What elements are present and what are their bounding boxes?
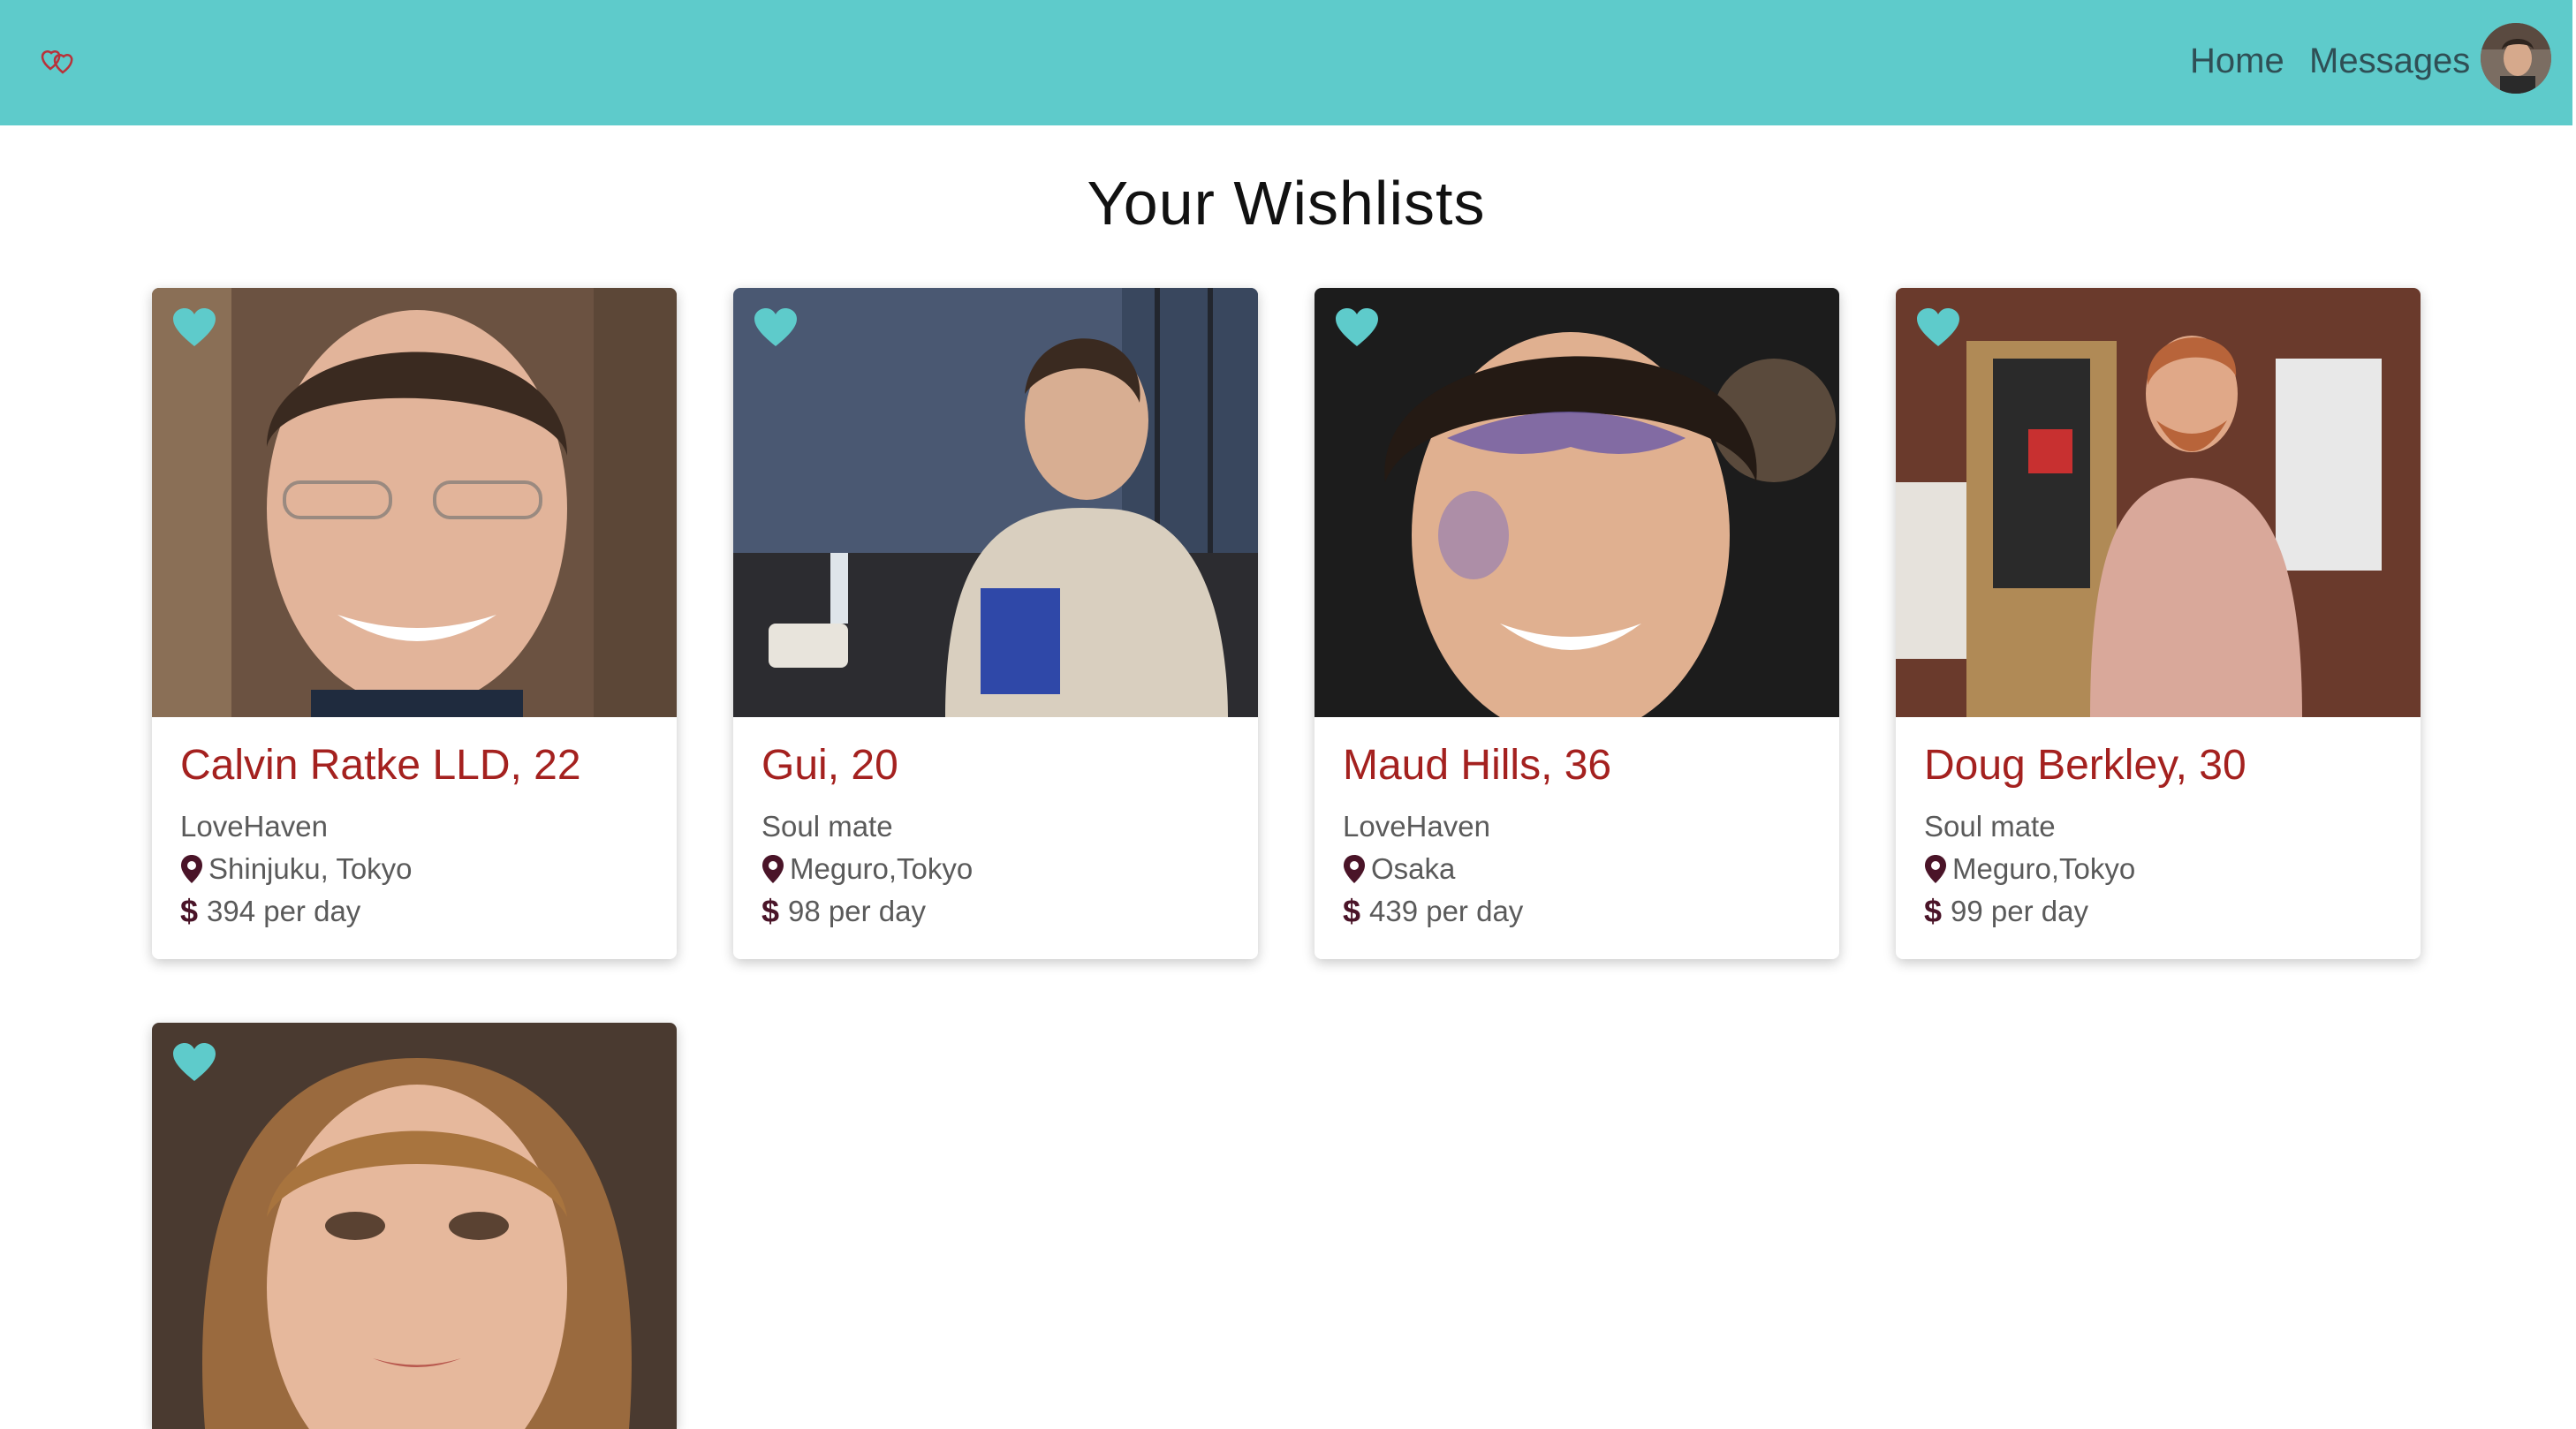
- profile-photo-image: [152, 1023, 677, 1429]
- user-avatar[interactable]: [2481, 23, 2551, 94]
- profile-photo: [733, 288, 1258, 717]
- card-tag: LoveHaven: [1343, 810, 1490, 843]
- dollar-icon: $: [1343, 893, 1361, 929]
- wishlist-heart-icon[interactable]: [753, 307, 799, 348]
- wishlist-card[interactable]: [152, 1023, 677, 1429]
- dollar-icon: $: [1924, 893, 1943, 929]
- card-price: $ 99 per day: [1924, 890, 2392, 933]
- profile-photo: [1315, 288, 1839, 717]
- wishlist-heart-icon[interactable]: [171, 307, 217, 348]
- card-location: Shinjuku, Tokyo: [180, 848, 648, 890]
- profile-photo-image: [733, 288, 1258, 717]
- card-tag: Soul mate: [1924, 810, 2056, 843]
- card-name: Calvin Ratke LLD, 22: [180, 742, 581, 789]
- wishlist-heart-icon[interactable]: [171, 1042, 217, 1083]
- wishlist-heart-icon[interactable]: [1334, 307, 1380, 348]
- card-tag: Soul mate: [761, 810, 893, 843]
- card-location: Osaka: [1343, 848, 1811, 890]
- card-location: Meguro,Tokyo: [1924, 848, 2392, 890]
- avatar-image: [2481, 23, 2551, 94]
- card-price: $ 394 per day: [180, 890, 648, 933]
- card-body: Maud Hills, 36 LoveHaven Osaka $ 439 per…: [1315, 717, 1839, 959]
- dollar-icon: $: [761, 893, 780, 929]
- top-navbar: Home Messages: [0, 0, 2572, 125]
- profile-photo: [1896, 288, 2421, 717]
- profile-photo: [152, 1023, 677, 1429]
- card-name: Maud Hills, 36: [1343, 742, 1612, 789]
- dollar-icon: $: [180, 893, 199, 929]
- card-name: Gui, 20: [761, 742, 898, 789]
- card-price: $ 98 per day: [761, 890, 1230, 933]
- card-price: $ 439 per day: [1343, 890, 1811, 933]
- page-title: Your Wishlists: [1087, 169, 1486, 238]
- map-pin-icon: [1344, 855, 1365, 883]
- card-body: Gui, 20 Soul mate Meguro,Tokyo $ 98 per …: [733, 717, 1258, 959]
- map-pin-icon: [181, 855, 202, 883]
- card-tag: LoveHaven: [180, 810, 328, 843]
- wishlist-card[interactable]: Calvin Ratke LLD, 22 LoveHaven Shinjuku,…: [152, 288, 677, 959]
- profile-photo-image: [1315, 288, 1839, 717]
- map-pin-icon: [1925, 855, 1946, 883]
- profile-photo-image: [1896, 288, 2421, 717]
- card-name: Doug Berkley, 30: [1924, 742, 2246, 789]
- heart-pair-logo-icon[interactable]: [37, 42, 76, 78]
- wishlist-card[interactable]: Doug Berkley, 30 Soul mate Meguro,Tokyo …: [1896, 288, 2421, 959]
- card-body: Doug Berkley, 30 Soul mate Meguro,Tokyo …: [1896, 717, 2421, 959]
- profile-photo: [152, 288, 677, 717]
- nav-messages-link[interactable]: Messages: [2309, 39, 2470, 83]
- map-pin-icon: [762, 855, 784, 883]
- card-location: Meguro,Tokyo: [761, 848, 1230, 890]
- wishlist-heart-icon[interactable]: [1915, 307, 1961, 348]
- wishlist-card[interactable]: Maud Hills, 36 LoveHaven Osaka $ 439 per…: [1315, 288, 1839, 959]
- wishlist-card[interactable]: Gui, 20 Soul mate Meguro,Tokyo $ 98 per …: [733, 288, 1258, 959]
- profile-photo-image: [152, 288, 677, 717]
- nav-home-link[interactable]: Home: [2190, 39, 2284, 83]
- card-body: Calvin Ratke LLD, 22 LoveHaven Shinjuku,…: [152, 717, 677, 959]
